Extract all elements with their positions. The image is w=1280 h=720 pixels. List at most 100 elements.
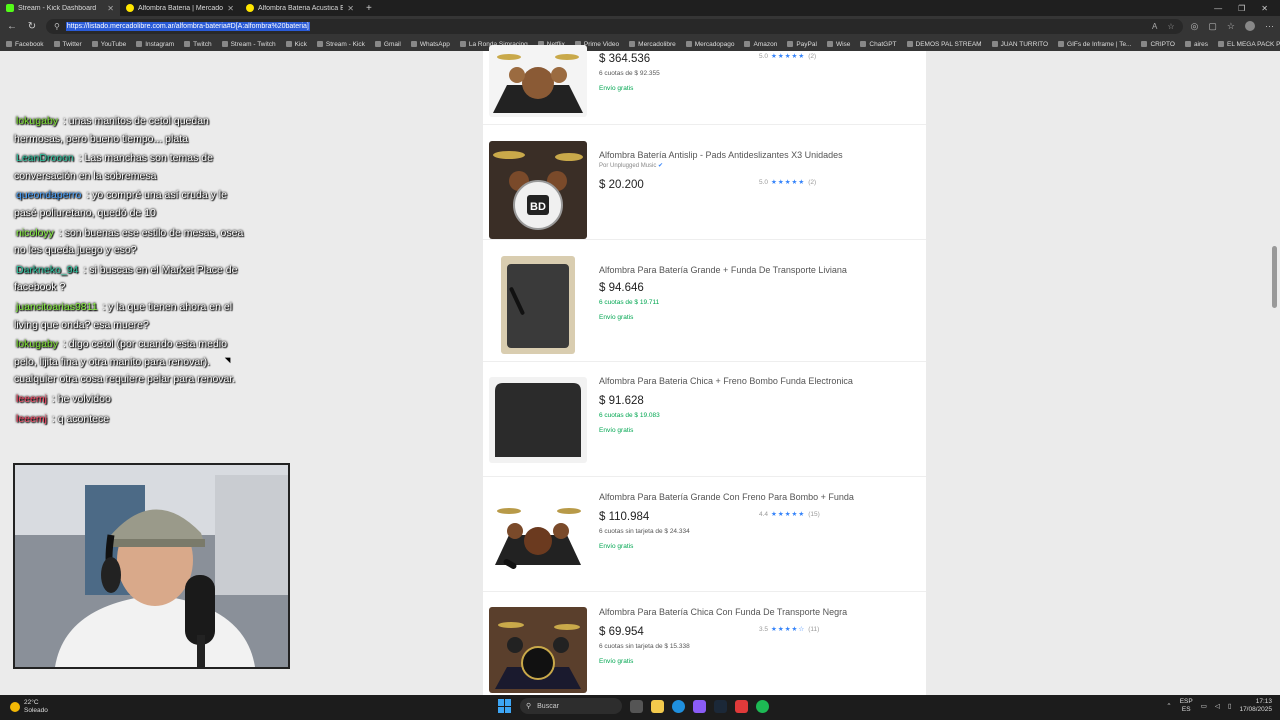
bookmark-item[interactable]: DEMOS PAL STREAM [906, 41, 982, 48]
bookmark-item[interactable]: YouTube [91, 41, 126, 48]
bookmark-item[interactable]: Twitch [184, 41, 212, 48]
volume-icon[interactable]: ◁ [1215, 702, 1220, 710]
bookmark-item[interactable]: WhatsApp [410, 40, 450, 48]
chat-username[interactable]: lokugaby [14, 115, 60, 127]
site-info-icon[interactable]: ⚲ [54, 22, 60, 31]
product-image[interactable] [489, 607, 587, 693]
profile-avatar[interactable] [1245, 21, 1255, 31]
extensions-icon[interactable]: ◎ [1191, 21, 1199, 32]
review-count: (15) [808, 510, 820, 518]
product-image[interactable] [489, 491, 587, 577]
product-title[interactable]: Alfombra Para Batería Grande Con Freno P… [599, 492, 854, 502]
taskbar-apps: ⚲ Buscar [498, 698, 769, 714]
address-bar[interactable]: ⚲ https://listado.mercadolibre.com.ar/al… [46, 19, 1183, 34]
bookmark-item[interactable]: Twitter [53, 41, 82, 48]
app-icon[interactable] [693, 699, 706, 713]
bookmark-star-icon[interactable]: ☆ [1167, 22, 1174, 31]
result-item[interactable]: Alfombra Para Bateria Chica + Freno Bomb… [483, 362, 926, 477]
star-icon: ★★★★★ [771, 511, 806, 518]
translate-icon[interactable]: A [1152, 22, 1157, 31]
result-item[interactable]: $ 364.536 6 cuotas de $ 92.355 Envío gra… [483, 45, 926, 125]
close-icon[interactable]: ✕ [347, 4, 354, 13]
bookmark-item[interactable]: ChatGPT [860, 41, 897, 48]
close-icon[interactable]: ✕ [227, 4, 234, 13]
search-icon: ⚲ [526, 703, 532, 710]
reload-icon[interactable]: ↻ [26, 21, 38, 32]
bookmark-item[interactable]: Amazon [744, 41, 777, 48]
tray-chevron-icon[interactable]: ⌃ [1166, 702, 1171, 710]
back-icon[interactable]: ← [6, 21, 18, 32]
bookmark-item[interactable]: JUAN TURRITO [991, 41, 1048, 48]
page-scrollbar[interactable] [1270, 51, 1280, 695]
chat-username[interactable]: queondaperro [14, 189, 83, 201]
result-item[interactable]: Alfombra Para Batería Grande Con Freno P… [483, 477, 926, 592]
minimize-icon[interactable]: — [1214, 4, 1222, 13]
chat-username[interactable]: LeanDrooon [14, 152, 76, 164]
downloads-icon[interactable]: ▢ [1208, 21, 1217, 32]
result-item[interactable]: Alfombra Para Batería Chica Con Funda De… [483, 592, 926, 695]
bookmark-item[interactable]: GIFs de Inframe | Te... [1058, 41, 1131, 48]
bookmark-item[interactable]: EL MEGA PACK PAP... [1218, 41, 1280, 48]
file-explorer-icon[interactable] [651, 699, 664, 713]
product-image[interactable] [501, 256, 575, 354]
bookmark-label: Kick [294, 40, 307, 48]
webcam-overlay [13, 463, 290, 669]
result-item[interactable]: BD Alfombra Batería Antislip - Pads Anti… [483, 125, 926, 240]
free-shipping: Envío gratis [599, 658, 634, 665]
language-indicator[interactable]: ESP ES [1180, 698, 1193, 714]
drum-kit-image: BD [489, 141, 587, 239]
new-tab-icon[interactable]: + [360, 3, 378, 14]
maximize-icon[interactable]: ❐ [1238, 4, 1245, 13]
bookmark-item[interactable]: Stream - Twitch [221, 41, 276, 48]
clock[interactable]: 17:13 17/08/2025 [1239, 698, 1272, 714]
bookmark-item[interactable]: Mercadopago [685, 41, 734, 48]
taskbar-search[interactable]: ⚲ Buscar [520, 698, 622, 714]
menu-icon[interactable]: ⋯ [1265, 21, 1274, 32]
favorites-icon[interactable]: ☆ [1227, 21, 1235, 32]
product-image[interactable]: BD [489, 141, 587, 239]
steam-icon[interactable] [714, 699, 727, 713]
bookmark-item[interactable]: aires [1184, 41, 1208, 48]
url-text[interactable]: https://listado.mercadolibre.com.ar/alfo… [65, 22, 310, 31]
windows-start-icon[interactable] [498, 699, 512, 713]
bookmark-item[interactable]: Wise [826, 41, 850, 48]
bookmark-item[interactable]: Stream - Kick [316, 41, 365, 48]
bookmark-label: CRIPTO [1150, 40, 1175, 48]
bookmark-favicon-icon [685, 41, 692, 47]
bookmark-item[interactable]: Gmail [374, 41, 401, 48]
product-image[interactable] [489, 45, 587, 117]
chat-username[interactable]: juancitoarias9811 [14, 301, 100, 313]
chat-username[interactable]: leeemj [14, 413, 49, 425]
close-icon[interactable]: ✕ [107, 4, 114, 13]
task-view-icon[interactable] [630, 699, 643, 713]
bookmark-item[interactable]: PayPal [787, 41, 817, 48]
spotify-icon[interactable] [756, 699, 769, 713]
rating-value: 3.5 [759, 625, 769, 633]
tab-mercadolibre-2[interactable]: Alfombra Bateria Acustica Electr... ✕ [240, 0, 360, 16]
bookmark-item[interactable]: CRIPTO [1141, 40, 1175, 48]
product-title[interactable]: Alfombra Para Bateria Chica + Freno Bomb… [599, 376, 853, 386]
chat-username[interactable]: leeemj [14, 393, 49, 405]
bookmark-item[interactable]: Facebook [6, 41, 44, 48]
battery-icon[interactable]: ▯ [1228, 702, 1232, 710]
edge-icon[interactable] [672, 699, 685, 713]
bookmark-label: WhatsApp [419, 40, 450, 48]
bookmark-item[interactable]: Instagram [136, 41, 174, 48]
result-item[interactable]: Alfombra Para Batería Grande + Funda De … [483, 240, 926, 362]
product-image[interactable] [489, 377, 587, 463]
app-icon[interactable] [735, 699, 748, 713]
tab-mercadolibre-1[interactable]: Alfombra Bateria | MercadoLibre ✕ [120, 0, 240, 16]
chat-username[interactable]: lokugaby [14, 338, 60, 350]
scrollbar-thumb[interactable] [1272, 246, 1277, 308]
close-window-icon[interactable]: ✕ [1261, 4, 1268, 13]
weather-widget[interactable]: 22°C Soleado [10, 699, 48, 715]
product-title[interactable]: Alfombra Para Batería Grande + Funda De … [599, 265, 847, 275]
tab-kick-dashboard[interactable]: Stream - Kick Dashboard ✕ [0, 0, 120, 16]
chat-username[interactable]: Darkneko_94 [14, 264, 80, 276]
product-title[interactable]: Alfombra Batería Antislip - Pads Antides… [599, 150, 843, 160]
network-icon[interactable]: ▭ [1201, 702, 1207, 710]
bookmark-item[interactable]: Mercadolibre [629, 41, 676, 48]
bookmark-item[interactable]: Kick [285, 40, 307, 48]
product-title[interactable]: Alfombra Para Batería Chica Con Funda De… [599, 607, 847, 617]
chat-username[interactable]: nicoloyy [14, 227, 56, 239]
